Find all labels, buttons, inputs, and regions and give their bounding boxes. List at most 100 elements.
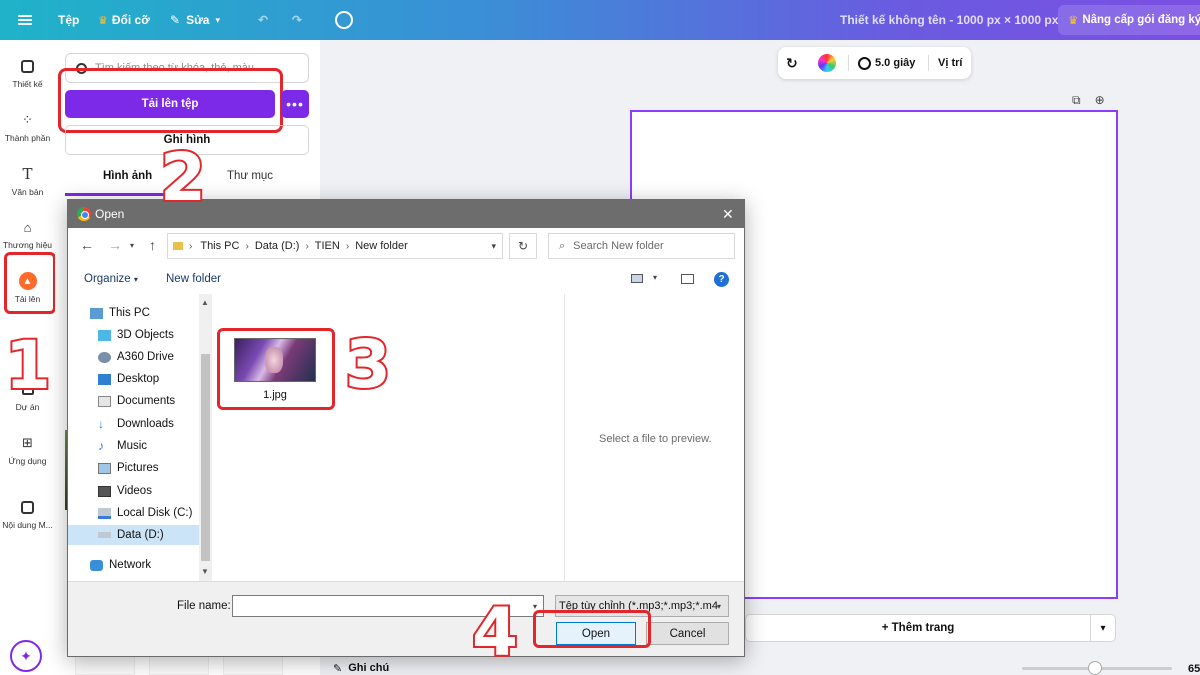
- nav-item-label: A360 Drive: [117, 351, 174, 363]
- breadcrumb[interactable]: Data (D:) ›: [255, 240, 309, 252]
- nav-item-label: Desktop: [117, 373, 160, 385]
- chevron-right-icon: ›: [305, 240, 309, 252]
- nav-item-downloads[interactable]: ↓ Downloads: [98, 414, 174, 434]
- upgrade-button[interactable]: ♛ Nâng cấp gói đăng ký: [1058, 5, 1200, 35]
- organize-button[interactable]: Organize ▾: [84, 273, 138, 285]
- position-button[interactable]: Vị trí: [938, 57, 962, 69]
- rail-item-uploads[interactable]: ▲ Tải lên: [0, 272, 55, 304]
- brand-icon: ⌂: [23, 219, 32, 235]
- duplicate-page-icon[interactable]: ⧉: [1072, 93, 1081, 108]
- divider: [928, 55, 929, 71]
- nav-item-label: Local Disk (C:): [117, 507, 193, 519]
- redo-icon[interactable]: ↷: [292, 0, 302, 40]
- add-page-button[interactable]: + Thêm trang: [745, 614, 1091, 642]
- upload-thumbnail[interactable]: [75, 655, 135, 675]
- forward-arrow-icon[interactable]: →: [108, 237, 122, 253]
- edit-label: Sửa: [186, 13, 210, 27]
- address-bar[interactable]: › This PC › Data (D:) › TIEN › New folder ▾: [167, 233, 503, 259]
- organize-label: Organize: [84, 273, 131, 285]
- rail-item-apps[interactable]: ⊞ Ứng dụng: [0, 434, 55, 466]
- rail-item-elements[interactable]: ⁘ Thành phần: [0, 111, 55, 143]
- close-icon[interactable]: ✕: [722, 206, 734, 223]
- breadcrumb[interactable]: This PC ›: [200, 240, 248, 252]
- drive-icon: [98, 351, 111, 363]
- chevron-right-icon: ›: [189, 240, 193, 252]
- rail-item-brand[interactable]: ⌂ Thương hiệu: [0, 218, 55, 251]
- nav-item-music[interactable]: ♪ Music: [98, 436, 147, 456]
- download-icon: ↓: [98, 416, 104, 431]
- nav-item-a360-drive[interactable]: A360 Drive: [98, 347, 174, 367]
- nav-item-documents[interactable]: Documents: [98, 391, 175, 411]
- nav-item-desktop[interactable]: Desktop: [98, 369, 159, 389]
- scroll-down-icon[interactable]: ▼: [201, 567, 209, 576]
- navigation-row: ← → ▾ ↑ › This PC › Data (D:) › TIEN › New …: [68, 228, 744, 264]
- help-icon[interactable]: ?: [714, 272, 729, 287]
- folder-search-input[interactable]: ⌕ Search New folder: [548, 233, 735, 259]
- nav-item-data-d[interactable]: Data (D:): [68, 525, 199, 545]
- nav-item-network[interactable]: Network: [90, 555, 151, 575]
- design-title[interactable]: Thiết kế không tên - 1000 px × 1000 px: [840, 0, 1058, 40]
- zoom-value[interactable]: 65: [1188, 663, 1200, 675]
- rail-item-design[interactable]: Thiết kế: [0, 57, 55, 89]
- view-icon[interactable]: [631, 274, 643, 283]
- chevron-down-icon[interactable]: ▾: [653, 273, 657, 282]
- edit-menu[interactable]: ✎ Sửa ▾: [170, 0, 220, 40]
- color-wheel-icon[interactable]: [818, 54, 836, 72]
- breadcrumb-label: TIEN: [314, 240, 340, 252]
- menu-icon[interactable]: [18, 0, 36, 40]
- step-number-2: 2: [158, 139, 208, 216]
- cancel-button[interactable]: Cancel: [646, 622, 729, 645]
- tab-images[interactable]: Hình ảnh: [103, 170, 152, 182]
- upload-thumbnail[interactable]: [223, 655, 283, 675]
- clock-icon: [858, 56, 871, 70]
- scroll-thumb[interactable]: [201, 354, 210, 561]
- desktop-icon: [98, 373, 111, 385]
- nav-item-pictures[interactable]: Pictures: [98, 458, 159, 478]
- chevron-right-icon: ›: [345, 240, 350, 252]
- breadcrumb[interactable]: TIEN ›: [315, 240, 349, 252]
- tab-folders[interactable]: Thư mục: [227, 170, 273, 182]
- upload-files-button[interactable]: Tải lên tệp: [65, 90, 275, 118]
- chevron-down-icon[interactable]: ▾: [491, 241, 496, 252]
- chevron-down-icon[interactable]: ▾: [1090, 614, 1116, 642]
- preview-pane-icon[interactable]: [681, 274, 694, 284]
- cloud-save-icon[interactable]: [335, 0, 353, 40]
- add-page-icon[interactable]: ⊕: [1095, 93, 1105, 108]
- upload-thumbnail[interactable]: [149, 655, 209, 675]
- pictures-icon: [98, 462, 111, 474]
- upgrade-label: Nâng cấp gói đăng ký: [1082, 14, 1200, 26]
- file-menu[interactable]: Tệp: [58, 0, 79, 40]
- back-arrow-icon[interactable]: ←: [80, 237, 94, 253]
- nav-item-videos[interactable]: Videos: [98, 481, 152, 501]
- chevron-down-icon[interactable]: ▾: [717, 602, 721, 611]
- notes-label: Ghi chú: [348, 662, 390, 674]
- upload-cloud-icon: ▲: [18, 272, 37, 290]
- nav-scrollbar[interactable]: ▲ ▼: [199, 294, 212, 581]
- up-arrow-icon[interactable]: ↑: [149, 237, 156, 253]
- notes-button[interactable]: ✎ Ghi chú: [333, 662, 389, 675]
- nav-item-local-disk-c[interactable]: Local Disk (C:): [98, 503, 192, 523]
- nav-item-this-pc[interactable]: This PC: [90, 303, 150, 323]
- magic-assistant-button[interactable]: ✦: [10, 640, 42, 672]
- chevron-down-icon[interactable]: ▾: [130, 241, 134, 250]
- undo-icon[interactable]: ↶: [258, 0, 268, 40]
- refresh-icon[interactable]: ↻: [509, 233, 537, 259]
- nav-item-label: Documents: [117, 395, 176, 407]
- rail-item-text[interactable]: T Văn bản: [0, 165, 55, 197]
- nav-item-label: Music: [117, 440, 148, 452]
- nav-item-3d-objects[interactable]: 3D Objects: [98, 325, 174, 345]
- breadcrumb-label: Data (D:): [254, 240, 300, 252]
- breadcrumb[interactable]: New folder: [355, 240, 408, 252]
- nav-item-label: Downloads: [117, 418, 174, 430]
- new-folder-button[interactable]: New folder: [166, 273, 221, 285]
- zoom-slider-handle[interactable]: [1088, 661, 1102, 675]
- duration-button[interactable]: 5.0 giây: [858, 56, 915, 70]
- resize-label: Đổi cỡ: [111, 13, 150, 27]
- sync-icon[interactable]: ↻: [786, 55, 798, 72]
- more-options-button[interactable]: •••: [281, 90, 309, 118]
- preview-message: Select a file to preview.: [599, 433, 712, 445]
- resize-button[interactable]: ♛ Đổi cỡ: [98, 0, 150, 40]
- rail-item-magic-media[interactable]: Nội dung M...: [0, 498, 55, 530]
- scroll-up-icon[interactable]: ▲: [201, 298, 209, 307]
- search-placeholder: Search New folder: [573, 240, 664, 252]
